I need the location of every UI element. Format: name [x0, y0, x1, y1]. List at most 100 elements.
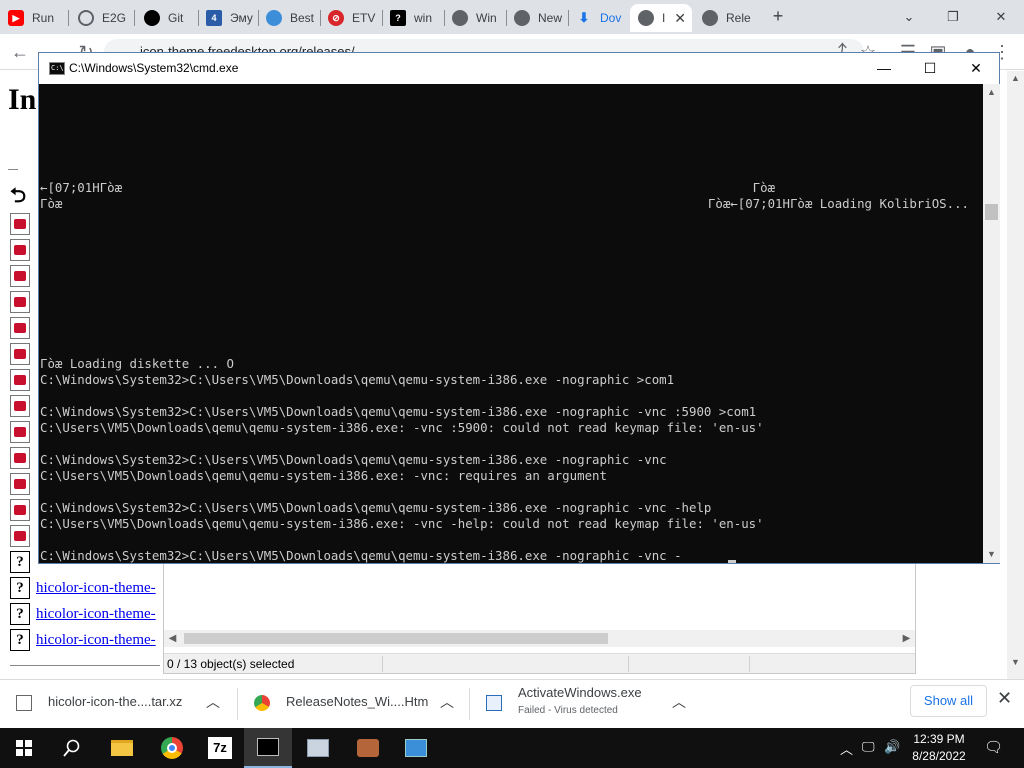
list-item[interactable]	[10, 213, 36, 235]
console-line: C:\Users\VM5\Downloads\qemu\qemu-system-…	[40, 516, 764, 531]
list-item[interactable]	[10, 421, 36, 443]
browser-tab[interactable]: ⊘ ETV	[320, 4, 382, 32]
browser-tab[interactable]: ? win	[382, 4, 444, 32]
download-bar: hicolor-icon-the....tar.xz ︿ ReleaseNote…	[0, 679, 1024, 728]
close-download-bar-icon[interactable]: ✕	[997, 688, 1012, 709]
restore-button[interactable]: ❐	[930, 4, 976, 30]
chevron-up-icon[interactable]: ︿	[206, 692, 220, 712]
scrollbar-thumb[interactable]	[985, 204, 998, 220]
chevron-up-icon[interactable]: ︿	[672, 692, 686, 712]
network-icon[interactable]: 🖵	[862, 739, 875, 768]
back-arrow-icon: ⮌	[10, 185, 27, 207]
list-item[interactable]: ? hicolor-icon-theme-	[10, 577, 156, 599]
close-button[interactable]: ✕	[953, 53, 999, 84]
browser-tab[interactable]: Best	[258, 4, 320, 32]
browser-tab[interactable]: New	[506, 4, 568, 32]
chrome-taskbar-button[interactable]	[148, 728, 196, 768]
globe-icon	[78, 10, 94, 26]
list-item[interactable]: ? hicolor-icon-theme-	[10, 629, 156, 651]
browser-tab-strip: ▶ Run E2G Git 4 Эму Best ⊘ ETV ? win Win…	[0, 0, 1024, 34]
list-item[interactable]	[10, 291, 36, 313]
scroll-right-icon[interactable]: ▶	[898, 630, 915, 647]
tab-label: win	[414, 11, 433, 25]
app-taskbar-button[interactable]	[294, 728, 342, 768]
chevron-down-icon[interactable]: ⌄	[886, 4, 932, 30]
archive-icon	[10, 317, 30, 339]
browser-tab[interactable]: 4 Эму	[198, 4, 260, 32]
download-filename: ActivateWindows.exe	[518, 685, 642, 700]
file-explorer-button[interactable]	[98, 728, 146, 768]
page-scrollbar[interactable]: ▲ ▼	[1007, 71, 1024, 679]
scroll-left-icon[interactable]: ◀	[164, 630, 181, 647]
console-line: C:\Windows\System32>C:\Users\VM5\Downloa…	[40, 452, 667, 467]
file-link[interactable]: hicolor-icon-theme-	[36, 580, 156, 597]
download-item[interactable]: hicolor-icon-the....tar.xz ︿	[0, 680, 236, 728]
browser-tab[interactable]: ▶ Run	[0, 4, 62, 32]
horizontal-scrollbar[interactable]: ◀ ▶	[164, 630, 915, 647]
console-output[interactable]: ←[07;01HΓòæ Γòæ Γòæ Γòæ←[07;01HΓòæ Loadi…	[39, 84, 983, 563]
scrollbar-thumb[interactable]	[184, 633, 608, 644]
list-item[interactable]	[10, 317, 36, 339]
scroll-down-icon[interactable]: ▼	[983, 546, 1000, 563]
browser-tab[interactable]: Win	[444, 4, 506, 32]
list-item[interactable]	[10, 265, 36, 287]
browser-tab[interactable]: Git	[136, 4, 198, 32]
browser-tab[interactable]: ⬇ Dov	[568, 4, 630, 32]
close-tab-icon[interactable]: ✕	[674, 10, 686, 27]
tab-label: Git	[168, 11, 184, 25]
start-button[interactable]	[0, 728, 48, 768]
download-item[interactable]: ActivateWindows.exe Failed - Virus detec…	[470, 680, 700, 728]
list-item[interactable]	[10, 369, 36, 391]
list-item[interactable]	[10, 525, 36, 547]
package-icon	[357, 739, 379, 757]
parent-dir-row[interactable]: ⮌	[10, 185, 26, 209]
status-bar: 0 / 13 object(s) selected	[164, 653, 915, 673]
tab-label: E2G	[102, 11, 127, 25]
list-item[interactable]: ? hicolor-icon-theme-	[10, 603, 156, 625]
list-item[interactable]: ?	[10, 551, 36, 573]
minimize-button[interactable]: —	[861, 53, 907, 84]
notification-icon[interactable]: 🗨	[984, 738, 1003, 768]
list-item[interactable]	[10, 447, 36, 469]
cmd-taskbar-button[interactable]	[244, 728, 292, 768]
app-taskbar-button[interactable]	[392, 728, 440, 768]
wine-icon: ?	[390, 10, 406, 26]
cmd-icon	[257, 738, 279, 756]
window-icon	[307, 739, 329, 757]
tab-label: Rele	[726, 11, 751, 25]
back-button[interactable]: ←	[8, 40, 32, 64]
tab-label: Win	[476, 11, 497, 25]
file-link[interactable]: hicolor-icon-theme-	[36, 632, 156, 649]
clock-date: 8/28/2022	[912, 749, 966, 763]
7zip-taskbar-button[interactable]: 7z	[196, 728, 244, 768]
archive-icon	[10, 473, 30, 495]
scroll-up-icon[interactable]: ▲	[983, 84, 1000, 101]
show-hidden-icons-icon[interactable]: ︿	[840, 739, 853, 768]
list-item[interactable]	[10, 473, 36, 495]
close-window-button[interactable]: ✕	[978, 4, 1024, 30]
vertical-scrollbar[interactable]: ▲ ▼	[983, 84, 1000, 563]
console-line: Γòæ	[40, 196, 63, 211]
maximize-button[interactable]: ☐	[907, 53, 953, 84]
new-tab-button[interactable]: +	[768, 6, 788, 26]
tab-label: ETV	[352, 11, 376, 25]
app-taskbar-button[interactable]	[344, 728, 392, 768]
list-item[interactable]	[10, 343, 36, 365]
list-item[interactable]	[10, 239, 36, 261]
github-icon	[144, 10, 160, 26]
download-item[interactable]: ReleaseNotes_Wi....Htm ︿	[238, 680, 468, 728]
chevron-up-icon[interactable]: ︿	[440, 692, 454, 712]
download-status: Failed - Virus detected	[518, 705, 618, 716]
browser-tab[interactable]: E2G	[70, 4, 132, 32]
volume-icon[interactable]: 🔊	[884, 739, 900, 768]
show-all-button[interactable]: Show all	[910, 685, 987, 717]
list-item[interactable]	[10, 395, 36, 417]
tab-label: Run	[32, 11, 55, 25]
search-button[interactable]	[48, 728, 96, 768]
browser-tab[interactable]: Rele	[694, 4, 756, 32]
system-clock[interactable]: 12:39 PM 8/28/2022	[906, 731, 972, 765]
file-link[interactable]: hicolor-icon-theme-	[36, 606, 156, 623]
browser-tab-active[interactable]: I ✕	[630, 4, 692, 32]
list-item[interactable]	[10, 499, 36, 521]
cmd-title-bar[interactable]: C:\ C:\Windows\System32\cmd.exe — ☐ ✕	[39, 53, 999, 84]
